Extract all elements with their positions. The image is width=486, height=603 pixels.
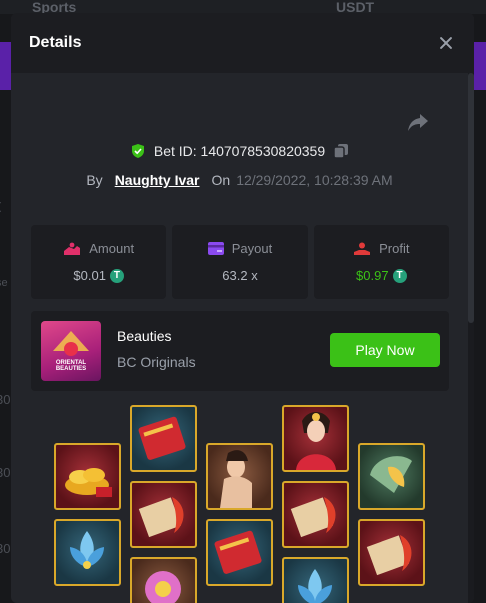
scroll-koi-icon bbox=[358, 519, 425, 586]
red-book-icon bbox=[206, 519, 273, 586]
backdrop-banner-right bbox=[474, 42, 486, 90]
bet-id-row: Bet ID: 1407078530820359 bbox=[11, 143, 468, 159]
stat-amount: Amount $0.01 T bbox=[31, 225, 167, 299]
stat-profit: Profit $0.97 T bbox=[313, 225, 449, 299]
game-provider: BC Originals bbox=[117, 354, 196, 370]
stat-value: 63.2 x bbox=[222, 268, 258, 283]
stat-value: $0.01 bbox=[73, 268, 106, 283]
flower-icon bbox=[130, 557, 197, 603]
profit-icon bbox=[354, 242, 371, 255]
bet-stats: Amount $0.01 T Payout 63.2 x Profit $0.9… bbox=[31, 225, 449, 299]
backdrop-banner-left bbox=[0, 42, 11, 90]
scrollbar[interactable] bbox=[468, 73, 474, 603]
backdrop-currency-text: USDT bbox=[336, 0, 375, 15]
payout-icon bbox=[207, 242, 224, 255]
game-name[interactable]: Beauties bbox=[117, 328, 171, 344]
blue-lotus-icon bbox=[54, 519, 121, 586]
close-icon[interactable] bbox=[436, 33, 456, 53]
backdrop-text: 30 bbox=[0, 541, 11, 556]
bet-meta-row: By Naughty Ivar On 12/29/2022, 10:28:39 … bbox=[11, 172, 468, 188]
amount-icon bbox=[64, 242, 81, 255]
backdrop-header: Sports USDT bbox=[0, 0, 486, 14]
stat-label: Amount bbox=[89, 241, 135, 256]
verified-shield-icon bbox=[131, 144, 144, 158]
bet-details-modal: Details Bet ID: 1407078530820359 By Naug… bbox=[11, 13, 474, 603]
red-book-icon bbox=[130, 405, 197, 472]
stat-value: $0.97 bbox=[356, 268, 389, 283]
beauty-portrait-icon bbox=[282, 405, 349, 472]
gold-ingots-icon bbox=[54, 443, 121, 510]
stat-label: Payout bbox=[231, 241, 273, 256]
modal-header: Details bbox=[11, 13, 474, 73]
bet-id: Bet ID: 1407078530820359 bbox=[153, 143, 326, 159]
play-now-button[interactable]: Play Now bbox=[330, 333, 440, 367]
usdt-icon: T bbox=[392, 268, 407, 283]
game-thumbnail-label: ORIENTAL BEAUTIES bbox=[55, 359, 87, 373]
usdt-icon: T bbox=[109, 268, 124, 283]
stat-label: Profit bbox=[379, 241, 410, 256]
scrollbar-thumb[interactable] bbox=[468, 73, 474, 323]
backdrop-text: se bbox=[0, 277, 8, 289]
scroll-koi-icon bbox=[282, 481, 349, 548]
scroll-koi-icon bbox=[130, 481, 197, 548]
username-link[interactable]: Naughty Ivar bbox=[115, 172, 200, 188]
blue-lotus-icon bbox=[282, 557, 349, 603]
backdrop-nav-text: Sports bbox=[32, 0, 77, 15]
stat-payout: Payout 63.2 x bbox=[172, 225, 308, 299]
share-icon[interactable] bbox=[406, 112, 430, 134]
lady-fan-icon bbox=[206, 443, 273, 510]
copy-icon[interactable] bbox=[333, 143, 349, 159]
bet-date: 12/29/2022, 10:28:39 AM bbox=[236, 172, 393, 188]
jade-fan-icon bbox=[358, 443, 425, 510]
backdrop-text: 30 bbox=[0, 392, 11, 407]
game-card: ORIENTAL BEAUTIES Beauties BC Originals … bbox=[31, 311, 449, 391]
on-label: On bbox=[211, 172, 231, 188]
backdrop-text: 30 bbox=[0, 465, 11, 480]
by-label: By bbox=[86, 172, 103, 188]
game-thumbnail[interactable]: ORIENTAL BEAUTIES bbox=[41, 321, 101, 381]
modal-title: Details bbox=[29, 34, 82, 51]
backdrop-text: t bbox=[0, 196, 1, 217]
